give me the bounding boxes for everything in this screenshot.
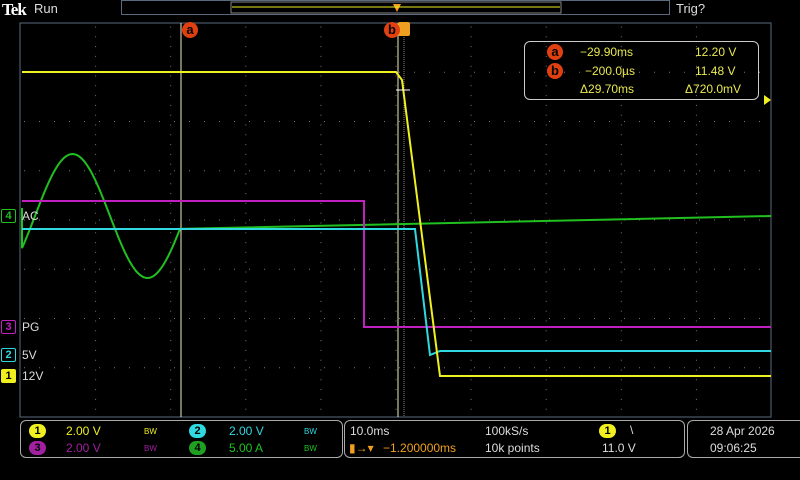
ch4-bw-icon: BW [304, 444, 317, 453]
ch2-badge[interactable]: 2 [189, 424, 206, 438]
ch4-waveform [21, 153, 772, 279]
cursor-delta-value: Δ720.0mV [685, 82, 742, 96]
sample-rate: 100kS/s [485, 424, 529, 438]
timebase-trigger-panel[interactable]: 10.0ms 100kS/s 1 \ ▮→▾ −1.200000ms 10k p… [344, 420, 685, 458]
ch3-marker[interactable]: 3 [1, 320, 16, 334]
ch4-scale[interactable]: 5.00 A [229, 441, 263, 455]
cursor-a-icon[interactable]: a [182, 22, 198, 38]
ch1-badge[interactable]: 1 [29, 424, 46, 438]
ch1-scale[interactable]: 2.00 V [66, 424, 101, 438]
channel-settings-panel[interactable]: 1 2.00 V BW 2 2.00 V BW 3 2.00 V BW 4 5.… [20, 420, 343, 458]
ch2-scale[interactable]: 2.00 V [229, 424, 264, 438]
ch3-label: PG [22, 320, 40, 334]
trigger-status: Trig? [676, 1, 706, 16]
record-overview[interactable] [121, 0, 670, 15]
datetime-panel: 28 Apr 2026 09:06:25 [687, 420, 800, 458]
ch1-bw-icon: BW [144, 427, 157, 436]
ch2-marker[interactable]: 2 [1, 348, 16, 362]
acquisition-status[interactable]: Run [34, 1, 58, 16]
ch3-bw-icon: BW [144, 444, 157, 453]
trigger-slope-icon[interactable]: \ [630, 423, 633, 437]
ch3-badge[interactable]: 3 [29, 441, 46, 455]
ch1-marker[interactable]: 1 [1, 369, 16, 383]
cursor-a-time: −29.90ms [580, 45, 634, 59]
trigger-source-badge[interactable]: 1 [599, 424, 616, 438]
trigger-level-marker[interactable] [764, 95, 771, 105]
date: 28 Apr 2026 [710, 424, 775, 438]
ch3-scale[interactable]: 2.00 V [66, 441, 101, 455]
cursor-b-value: 11.48 V [695, 64, 736, 78]
cursor-readout[interactable]: a −29.90ms 12.20 V b −200.0µs 11.48 V Δ2… [524, 41, 759, 100]
cursor-b-icon[interactable]: b [384, 22, 400, 38]
cursor-b-time: −200.0µs [585, 64, 635, 78]
horizontal-scale[interactable]: 10.0ms [350, 424, 389, 438]
trigger-position-icon: ▮→▾ [349, 441, 374, 455]
ch2-label: 5V [22, 348, 37, 362]
trigger-level[interactable]: 11.0 V [602, 441, 636, 455]
record-length: 10k points [485, 441, 540, 455]
ch3-waveform [22, 200, 771, 328]
ch4-marker[interactable]: 4 [1, 209, 16, 223]
cursor-a-value: 12.20 V [695, 45, 737, 59]
time: 09:06:25 [710, 441, 757, 455]
ch4-label: AC [22, 209, 39, 223]
horizontal-position[interactable]: −1.200000ms [383, 441, 456, 455]
brand-logo: Tek [2, 0, 27, 19]
ch4-badge[interactable]: 4 [189, 441, 206, 455]
cursor-a-icon: a [547, 44, 563, 60]
cursor-b-icon: b [547, 63, 563, 79]
ch1-label: 12V [22, 369, 44, 383]
ch2-bw-icon: BW [304, 427, 317, 436]
cursor-delta-time: Δ29.70ms [580, 82, 635, 96]
